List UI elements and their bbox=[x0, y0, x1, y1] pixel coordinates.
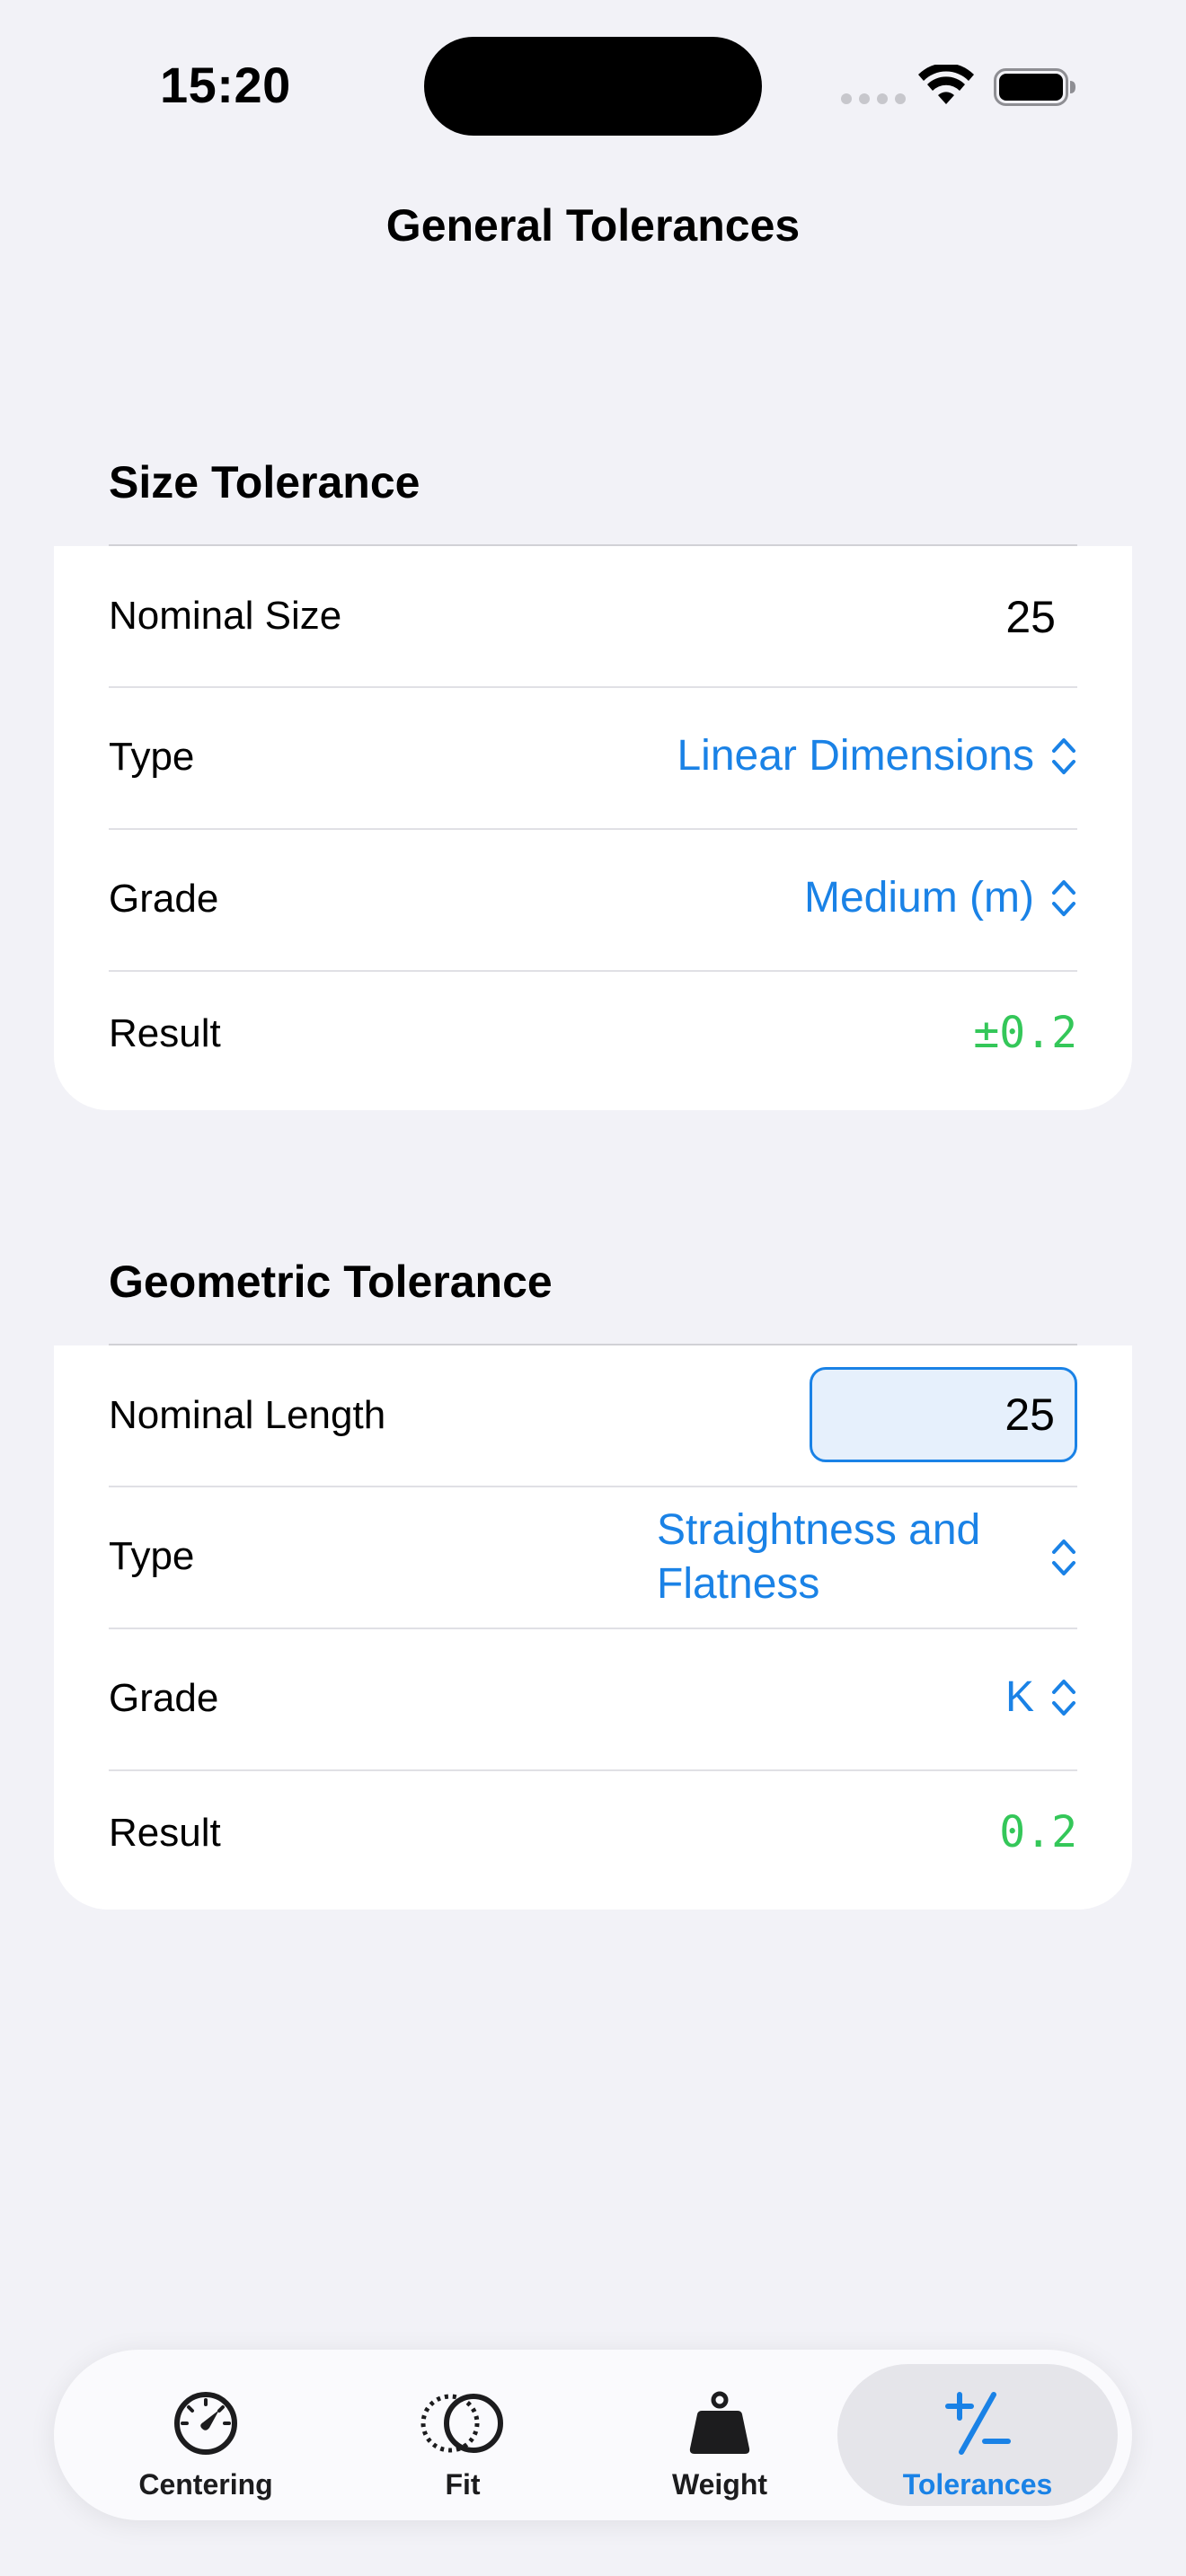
row-size-grade[interactable]: Grade Medium (m) bbox=[109, 830, 1077, 970]
status-time: 15:20 bbox=[160, 57, 291, 113]
wifi-icon bbox=[918, 65, 974, 104]
size-tolerance-card: Nominal Size 25 Type Linear Dimensions G… bbox=[54, 546, 1132, 1110]
chevron-up-down-icon bbox=[1052, 737, 1075, 774]
size-type-picker[interactable]: Linear Dimensions bbox=[677, 731, 1077, 781]
dynamic-island bbox=[424, 37, 762, 136]
row-nominal-length: Nominal Length 25 bbox=[109, 1345, 1077, 1486]
nominal-length-input[interactable]: 25 bbox=[810, 1367, 1077, 1462]
nominal-size-label: Nominal Size bbox=[109, 594, 342, 638]
page-title: General Tolerances bbox=[385, 200, 801, 251]
circles-overlap-icon bbox=[420, 2394, 503, 2453]
row-size-type[interactable]: Type Linear Dimensions bbox=[109, 688, 1077, 828]
status-bar: 15:20 bbox=[0, 0, 1186, 162]
tab-label-centering: Centering bbox=[138, 2468, 273, 2501]
tab-weight[interactable]: Weight bbox=[591, 2350, 848, 2520]
section-header-size-tolerance: Size Tolerance bbox=[109, 457, 420, 507]
tab-label-fit: Fit bbox=[445, 2468, 481, 2501]
tab-centering[interactable]: Centering bbox=[77, 2350, 334, 2520]
chevron-up-down-icon bbox=[1052, 1679, 1075, 1716]
row-size-result: Result ±0.2 bbox=[109, 972, 1077, 1110]
cellular-signal-icon bbox=[841, 93, 906, 104]
chevron-up-down-icon bbox=[1052, 879, 1075, 916]
geometric-type-line-2: Flatness bbox=[657, 1560, 820, 1608]
row-nominal-size: Nominal Size 25 bbox=[109, 546, 1077, 686]
row-geometric-type[interactable]: Type Straightness and Flatness bbox=[109, 1487, 1077, 1628]
geometric-type-line-1: Straightness and bbox=[657, 1506, 981, 1554]
tab-label-weight: Weight bbox=[671, 2468, 768, 2501]
tab-fit[interactable]: Fit bbox=[334, 2350, 591, 2520]
geometric-type-picker[interactable]: Straightness and Flatness bbox=[657, 1504, 1077, 1611]
geometric-grade-picker[interactable]: K bbox=[1005, 1672, 1077, 1722]
gauge-icon bbox=[174, 2392, 237, 2455]
section-header-geometric-tolerance: Geometric Tolerance bbox=[109, 1257, 553, 1307]
geometric-result-value: 0.2 bbox=[999, 1807, 1077, 1857]
size-grade-value: Medium (m) bbox=[803, 874, 1034, 922]
size-type-value: Linear Dimensions bbox=[677, 732, 1034, 780]
battery-icon bbox=[994, 68, 1075, 106]
row-geometric-result: Result 0.2 bbox=[109, 1771, 1077, 1910]
size-result-label: Result bbox=[109, 1011, 221, 1055]
geometric-grade-label: Grade bbox=[109, 1676, 219, 1720]
size-type-label: Type bbox=[109, 735, 195, 779]
nominal-size-value[interactable]: 25 bbox=[1005, 591, 1056, 643]
size-grade-label: Grade bbox=[109, 877, 219, 921]
geometric-type-label: Type bbox=[109, 1534, 195, 1578]
size-grade-picker[interactable]: Medium (m) bbox=[804, 873, 1077, 922]
size-result-value: ±0.2 bbox=[973, 1008, 1077, 1058]
nominal-length-label: Nominal Length bbox=[109, 1393, 386, 1437]
tab-bar: Centering Fit Weight Tolerances bbox=[54, 2350, 1132, 2520]
tab-label-tolerances: Tolerances bbox=[902, 2468, 1053, 2501]
plus-minus-icon bbox=[945, 2392, 1011, 2455]
geometric-grade-value: K bbox=[1005, 1673, 1034, 1721]
tab-tolerances[interactable]: Tolerances bbox=[837, 2364, 1118, 2506]
weight-icon bbox=[689, 2391, 750, 2454]
chevron-up-down-icon bbox=[1052, 1539, 1075, 1575]
row-geometric-grade[interactable]: Grade K bbox=[109, 1629, 1077, 1769]
geometric-tolerance-card: Nominal Length 25 Type Straightness and … bbox=[54, 1345, 1132, 1910]
geometric-type-value: Straightness and Flatness bbox=[657, 1504, 1034, 1611]
geometric-result-label: Result bbox=[109, 1811, 221, 1855]
